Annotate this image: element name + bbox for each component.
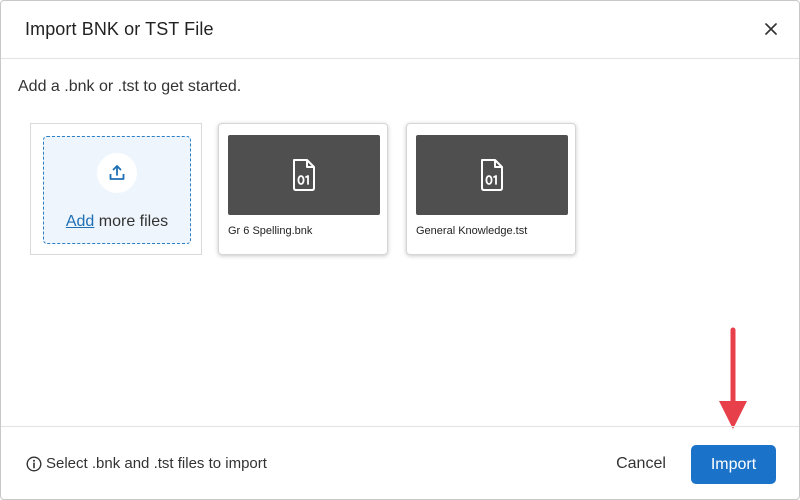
- add-files-text: Add more files: [44, 213, 190, 231]
- add-files-link[interactable]: Add: [66, 213, 94, 230]
- binary-file-icon: [293, 159, 315, 191]
- binary-file-icon: [481, 159, 503, 191]
- annotation-arrow-icon: [719, 327, 747, 429]
- footer-hint-text: Select .bnk and .tst files to import: [46, 455, 267, 472]
- upload-icon: [109, 165, 125, 180]
- cancel-button[interactable]: Cancel: [602, 445, 680, 483]
- info-icon: [26, 455, 42, 472]
- file-name: Gr 6 Spelling.bnk: [228, 225, 313, 237]
- import-dialog: Import BNK or TST File Add a .bnk or .ts…: [0, 0, 800, 500]
- add-files-tile: Add more files: [30, 123, 202, 255]
- dialog-body: Add a .bnk or .tst to get started. Add m…: [1, 59, 799, 426]
- close-button[interactable]: [759, 17, 783, 41]
- dialog-title: Import BNK or TST File: [25, 19, 214, 39]
- add-files-dropzone[interactable]: Add more files: [43, 136, 191, 244]
- file-thumbnail: [228, 135, 380, 215]
- upload-icon-circle: [97, 153, 137, 193]
- import-button[interactable]: Import: [691, 445, 776, 484]
- dialog-footer: Select .bnk and .tst files to import Can…: [1, 426, 799, 499]
- file-card[interactable]: General Knowledge.tst: [406, 123, 576, 255]
- file-thumbnail: [416, 135, 568, 215]
- dialog-header: Import BNK or TST File: [1, 1, 799, 59]
- file-name: General Knowledge.tst: [416, 225, 528, 237]
- intro-text: Add a .bnk or .tst to get started.: [18, 78, 242, 95]
- footer-hint: Select .bnk and .tst files to import: [26, 455, 267, 472]
- file-card[interactable]: Gr 6 Spelling.bnk: [218, 123, 388, 255]
- close-icon: [765, 23, 777, 35]
- add-files-label: more files: [94, 213, 169, 230]
